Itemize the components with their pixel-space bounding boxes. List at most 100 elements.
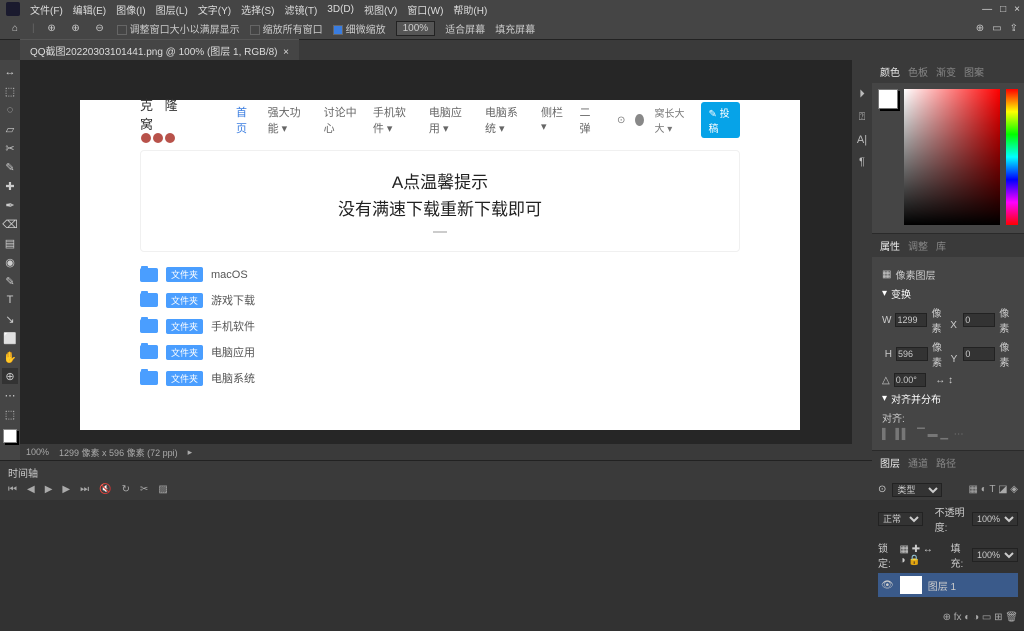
menu-filter[interactable]: 滤镜(T) (285, 2, 318, 17)
tool-lasso[interactable]: ◌ (2, 102, 18, 118)
tool-marquee[interactable]: ⬚ (2, 83, 18, 99)
filter-icon[interactable]: ⊙ (878, 484, 886, 495)
tool-gradient[interactable]: ▤ (2, 235, 18, 251)
canvas[interactable]: 克 隆 窝 首页 强大功能 ▾ 讨论中心 手机软件 ▾ 电脑应用 ▾ 电脑系统 … (20, 60, 852, 460)
minimize-button[interactable]: — (982, 4, 992, 15)
width-input[interactable] (895, 313, 927, 327)
timeline-title[interactable]: 时间轴 (8, 469, 38, 480)
hue-slider[interactable] (1006, 89, 1018, 225)
sec-align[interactable]: 对齐并分布 (891, 391, 941, 406)
opacity-select[interactable]: 100% (972, 512, 1018, 526)
menu-help[interactable]: 帮助(H) (453, 2, 487, 17)
prev-frame-icon[interactable]: ◀ (27, 484, 35, 495)
folder-row[interactable]: 文件夹电脑系统 (140, 365, 740, 391)
home-icon[interactable]: ⌂ (8, 22, 22, 36)
fill-screen-button[interactable]: 填充屏幕 (495, 21, 535, 36)
tab-channels[interactable]: 通道 (908, 455, 928, 470)
tab-gradients[interactable]: 渐变 (936, 64, 956, 79)
tab-patterns[interactable]: 图案 (964, 64, 984, 79)
foreground-swatch[interactable] (878, 89, 898, 109)
avatar-icon[interactable] (635, 114, 644, 126)
first-frame-icon[interactable]: ⏮ (8, 484, 17, 495)
blend-select[interactable]: 正常 (878, 512, 923, 526)
tool-zoom[interactable]: ⊕ (2, 368, 18, 384)
search-icon[interactable]: ⊕ (976, 23, 984, 34)
folder-row[interactable]: 文件夹电脑应用 (140, 339, 740, 365)
tab-swatches[interactable]: 色板 (908, 64, 928, 79)
tool-eyedropper[interactable]: ✎ (2, 159, 18, 175)
menu-select[interactable]: 选择(S) (241, 2, 274, 17)
document-tab[interactable]: QQ截图20220303101441.png @ 100% (图层 1, RGB… (20, 39, 299, 61)
tool-brush[interactable]: ✒ (2, 197, 18, 213)
tab-layers[interactable]: 图层 (880, 455, 900, 470)
nav-sidebar[interactable]: 侧栏 ▾ (541, 104, 565, 136)
tab-paths[interactable]: 路径 (936, 455, 956, 470)
fill-select[interactable]: 100% (972, 548, 1018, 562)
folder-row[interactable]: 文件夹游戏下载 (140, 287, 740, 313)
nav-system[interactable]: 电脑系统 ▾ (485, 104, 527, 136)
nav-popup[interactable]: 二弹 (579, 104, 597, 136)
maximize-button[interactable]: □ (1000, 4, 1006, 15)
tab-library[interactable]: 库 (936, 238, 946, 253)
audio-icon[interactable]: 🔇 (99, 484, 111, 495)
tool-heal[interactable]: ✚ (2, 178, 18, 194)
resize-fit-checkbox[interactable]: 调整窗口大小以满屏显示 (117, 21, 240, 36)
tool-move[interactable]: ↔ (2, 64, 18, 80)
tool-pen[interactable]: ✎ (2, 273, 18, 289)
menu-layer[interactable]: 图层(L) (156, 2, 188, 17)
tool-dodge[interactable]: ◉ (2, 254, 18, 270)
menu-type[interactable]: 文字(Y) (198, 2, 231, 17)
share-icon[interactable]: ⇪ (1010, 23, 1018, 34)
kind-select[interactable]: 类型 (892, 483, 942, 497)
menu-view[interactable]: 视图(V) (364, 2, 397, 17)
tool-hand[interactable]: ✋ (2, 349, 18, 365)
menu-image[interactable]: 图像(I) (116, 2, 145, 17)
split-icon[interactable]: ✂ (140, 484, 148, 495)
search-icon[interactable]: ⊙ (617, 115, 625, 126)
dock-para-icon[interactable]: ¶ (859, 156, 865, 168)
folder-row[interactable]: 文件夹手机软件 (140, 313, 740, 339)
zoom-tool-icon[interactable]: ⊕ (45, 22, 59, 36)
nav-forum[interactable]: 讨论中心 (324, 104, 359, 136)
menu-3d[interactable]: 3D(D) (327, 4, 354, 15)
tool-editbar[interactable]: ⬚ (2, 406, 18, 422)
tool-text[interactable]: T (2, 292, 18, 308)
tool-quickselect[interactable]: ▱ (2, 121, 18, 137)
menu-edit[interactable]: 编辑(E) (73, 2, 106, 17)
workspace-icon[interactable]: ▭ (992, 23, 1001, 34)
menu-window[interactable]: 窗口(W) (407, 2, 443, 17)
zoom-level-button[interactable]: 100% (396, 21, 436, 36)
scrubby-zoom-checkbox[interactable]: 细微缩放 (333, 21, 386, 36)
dock-help-icon[interactable]: ⍰ (859, 111, 866, 124)
post-button[interactable]: ✎ 投稿 (701, 102, 740, 138)
nav-home[interactable]: 首页 (236, 104, 254, 136)
layer-name[interactable]: 图层 1 (928, 578, 956, 593)
tool-shape[interactable]: ⬜ (2, 330, 18, 346)
status-zoom[interactable]: 100% (26, 447, 49, 457)
loop-icon[interactable]: ↻ (122, 484, 130, 495)
color-swatch[interactable] (3, 429, 17, 443)
zoom-in-icon[interactable]: ⊕ (69, 22, 83, 36)
play-icon[interactable]: ▶ (45, 484, 53, 495)
height-input[interactable] (896, 347, 928, 361)
next-frame-icon[interactable]: ▶ (62, 484, 70, 495)
close-button[interactable]: × (1014, 4, 1020, 15)
status-info[interactable]: 1299 像素 x 596 像素 (72 ppi) (59, 446, 178, 459)
nav-features[interactable]: 强大功能 ▾ (268, 104, 310, 136)
fit-screen-button[interactable]: 适合屏幕 (445, 21, 485, 36)
x-input[interactable] (963, 313, 995, 327)
angle-input[interactable] (894, 373, 926, 387)
sec-transform[interactable]: 变换 (891, 286, 911, 301)
transition-icon[interactable]: ▨ (158, 484, 167, 495)
zoom-all-checkbox[interactable]: 缩放所有窗口 (250, 21, 323, 36)
last-frame-icon[interactable]: ⏭ (80, 484, 89, 495)
tool-more[interactable]: ⋯ (2, 387, 18, 403)
tab-properties[interactable]: 属性 (880, 238, 900, 253)
username[interactable]: 窝长大大 ▾ (654, 105, 690, 135)
visibility-icon[interactable]: 👁 (881, 580, 894, 591)
tool-path[interactable]: ↘ (2, 311, 18, 327)
tool-stamp[interactable]: ⌫ (2, 216, 18, 232)
dock-play-icon[interactable]: ⏵ (859, 88, 865, 101)
tab-color[interactable]: 颜色 (880, 64, 900, 79)
tab-adjust[interactable]: 调整 (908, 238, 928, 253)
